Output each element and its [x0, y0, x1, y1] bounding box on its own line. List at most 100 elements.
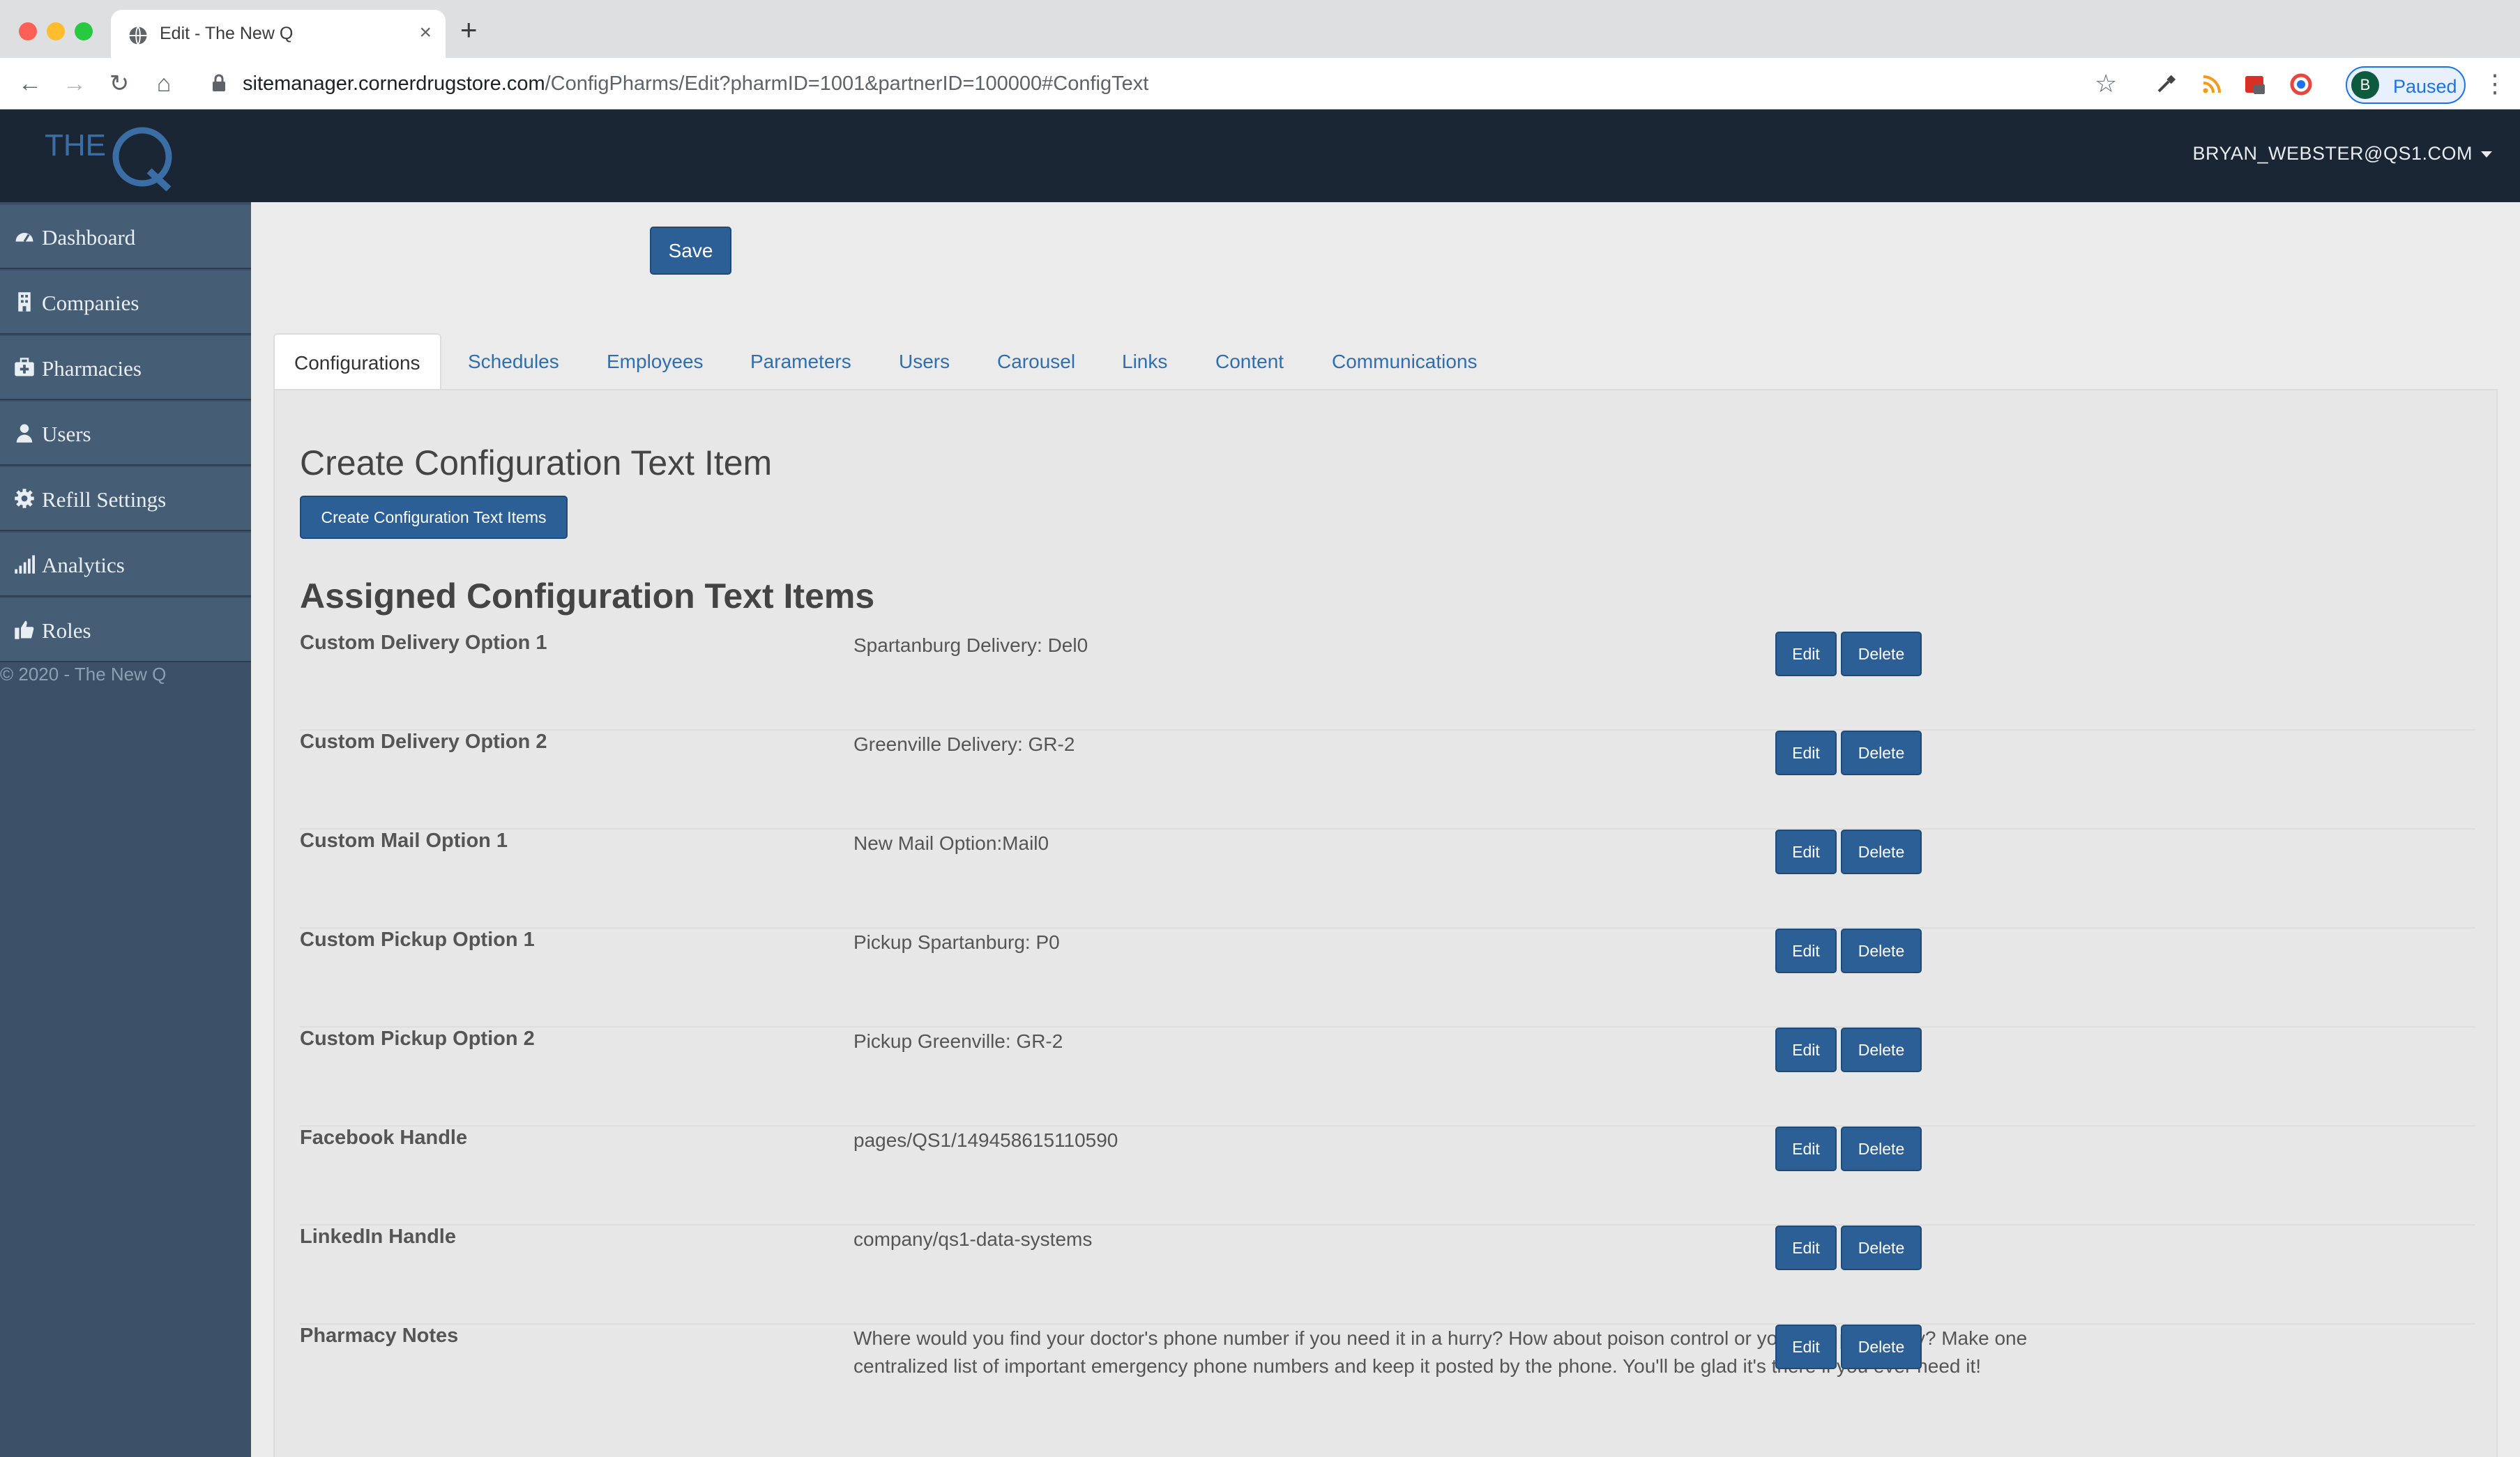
- close-icon[interactable]: ×: [419, 21, 432, 45]
- logo-the-text: THE: [45, 128, 106, 162]
- sidebar-item-label: Companies: [42, 291, 139, 315]
- config-item-key: Custom Pickup Option 2: [300, 1028, 535, 1050]
- create-config-text-button[interactable]: Create Configuration Text Items: [300, 496, 568, 539]
- tab-users[interactable]: Users: [899, 333, 950, 390]
- gear-icon: [15, 489, 34, 508]
- avatar: B: [2351, 71, 2379, 99]
- delete-button[interactable]: Delete: [1841, 731, 1922, 775]
- edit-button[interactable]: Edit: [1775, 632, 1837, 676]
- app-header: THE BRYAN_WEBSTER@QS1.COM: [0, 109, 2520, 202]
- sidebar-item-companies[interactable]: Companies: [0, 270, 251, 335]
- profile-status: Paused: [2393, 76, 2457, 97]
- config-item-key: Custom Pickup Option 1: [300, 929, 535, 951]
- url-path: /ConfigPharms/Edit?pharmID=1001&partnerI…: [545, 73, 1149, 95]
- url-host: sitemanager.cornerdrugstore.com: [243, 73, 545, 95]
- rss-icon[interactable]: [2201, 73, 2223, 96]
- save-button[interactable]: Save: [650, 227, 731, 275]
- logo[interactable]: THE: [45, 122, 184, 192]
- config-item-row: Facebook Handle pages/QS1/14945861511059…: [300, 1127, 2475, 1226]
- back-icon[interactable]: ←: [15, 69, 45, 98]
- assigned-heading: Assigned Configuration Text Items: [300, 577, 875, 616]
- sidebar-item-users[interactable]: Users: [0, 402, 251, 466]
- config-item-key: Custom Delivery Option 2: [300, 731, 547, 753]
- delete-button[interactable]: Delete: [1841, 1325, 1922, 1369]
- lock-icon[interactable]: [211, 73, 227, 93]
- config-item-row: Custom Pickup Option 1 Pickup Spartanbur…: [300, 929, 2475, 1028]
- delete-button[interactable]: Delete: [1841, 830, 1922, 874]
- tab-parameters[interactable]: Parameters: [750, 333, 851, 390]
- minimize-window-button[interactable]: [47, 22, 65, 40]
- config-item-key: Facebook Handle: [300, 1127, 468, 1149]
- delete-button[interactable]: Delete: [1841, 929, 1922, 973]
- new-tab-button[interactable]: +: [460, 15, 478, 45]
- user-icon: [16, 424, 33, 443]
- home-icon[interactable]: ⌂: [149, 69, 179, 98]
- create-heading: Create Configuration Text Item: [300, 443, 773, 482]
- tab-bar: Configurations Schedules Employees Param…: [273, 333, 2498, 390]
- sidebar-item-dashboard[interactable]: Dashboard: [0, 205, 251, 269]
- sidebar-item-label: Refill Settings: [42, 487, 167, 512]
- browser-tab-title: Edit - The New Q: [160, 24, 294, 43]
- sidebar-item-refill-settings[interactable]: Refill Settings: [0, 467, 251, 531]
- edit-button[interactable]: Edit: [1775, 929, 1837, 973]
- caret-down-icon: [2481, 151, 2492, 158]
- browser-tab[interactable]: Edit - The New Q ×: [111, 10, 446, 58]
- browser-tab-strip: Edit - The New Q × +: [0, 0, 2520, 58]
- color-icon[interactable]: [2290, 73, 2312, 96]
- forward-icon[interactable]: →: [60, 69, 89, 98]
- sidebar-item-label: Roles: [42, 618, 91, 643]
- address-bar[interactable]: sitemanager.cornerdrugstore.com/ConfigPh…: [243, 73, 1148, 96]
- close-window-button[interactable]: [19, 22, 37, 40]
- config-item-row: Pharmacy Notes Where would you find your…: [300, 1325, 2475, 1457]
- calendar-icon[interactable]: [2244, 73, 2266, 96]
- edit-button[interactable]: Edit: [1775, 731, 1837, 775]
- config-item-key: Custom Delivery Option 1: [300, 632, 547, 654]
- tab-content[interactable]: Content: [1215, 333, 1284, 390]
- maximize-window-button[interactable]: [75, 22, 93, 40]
- config-item-row: Custom Delivery Option 2 Greenville Deli…: [300, 731, 2475, 830]
- sidebar-item-analytics[interactable]: Analytics: [0, 533, 251, 597]
- copyright-text: © 2020 - The New Q: [0, 664, 167, 685]
- config-item-row: Custom Delivery Option 1 Spartanburg Del…: [300, 632, 2475, 731]
- tab-carousel[interactable]: Carousel: [997, 333, 1075, 390]
- delete-button[interactable]: Delete: [1841, 1028, 1922, 1072]
- sidebar-item-roles[interactable]: Roles: [0, 598, 251, 662]
- config-item-key: Custom Mail Option 1: [300, 830, 508, 852]
- delete-button[interactable]: Delete: [1841, 632, 1922, 676]
- thumbs-up-icon: [15, 620, 34, 639]
- config-item-row: Custom Mail Option 1 New Mail Option:Mai…: [300, 830, 2475, 929]
- config-item-row: LinkedIn Handle company/qs1-data-systems…: [300, 1226, 2475, 1325]
- tab-configurations[interactable]: Configurations: [273, 333, 441, 390]
- tab-links[interactable]: Links: [1122, 333, 1167, 390]
- tab-employees[interactable]: Employees: [607, 333, 704, 390]
- sidebar-item-pharmacies[interactable]: Pharmacies: [0, 336, 251, 400]
- delete-button[interactable]: Delete: [1841, 1127, 1922, 1171]
- sidebar: Dashboard Companies Pharmacies Users Ref…: [0, 202, 251, 1457]
- eyedropper-icon[interactable]: [2155, 73, 2177, 96]
- profile-button[interactable]: B Paused: [2346, 66, 2466, 104]
- sidebar-item-label: Users: [42, 422, 91, 446]
- edit-button[interactable]: Edit: [1775, 1028, 1837, 1072]
- edit-button[interactable]: Edit: [1775, 1325, 1837, 1369]
- sidebar-item-label: Dashboard: [42, 225, 136, 250]
- user-menu[interactable]: BRYAN_WEBSTER@QS1.COM: [2192, 143, 2492, 165]
- menu-icon[interactable]: ⋮: [2482, 69, 2507, 98]
- edit-button[interactable]: Edit: [1775, 830, 1837, 874]
- sidebar-item-label: Pharmacies: [42, 356, 142, 381]
- medkit-icon: [15, 358, 34, 376]
- tab-communications[interactable]: Communications: [1332, 333, 1478, 390]
- delete-button[interactable]: Delete: [1841, 1226, 1922, 1270]
- edit-button[interactable]: Edit: [1775, 1226, 1837, 1270]
- globe-icon: [129, 26, 147, 45]
- reload-icon[interactable]: ↻: [105, 69, 134, 98]
- sidebar-item-label: Analytics: [42, 553, 125, 577]
- tab-schedules[interactable]: Schedules: [468, 333, 559, 390]
- building-icon: [18, 292, 31, 312]
- signal-icon: [15, 555, 35, 574]
- user-email: BRYAN_WEBSTER@QS1.COM: [2192, 143, 2473, 164]
- config-item-key: LinkedIn Handle: [300, 1226, 456, 1248]
- star-icon[interactable]: ☆: [2095, 69, 2117, 98]
- browser-toolbar: ← → ↻ ⌂ sitemanager.cornerdrugstore.com/…: [0, 58, 2520, 109]
- edit-button[interactable]: Edit: [1775, 1127, 1837, 1171]
- dashboard-icon: [15, 233, 33, 243]
